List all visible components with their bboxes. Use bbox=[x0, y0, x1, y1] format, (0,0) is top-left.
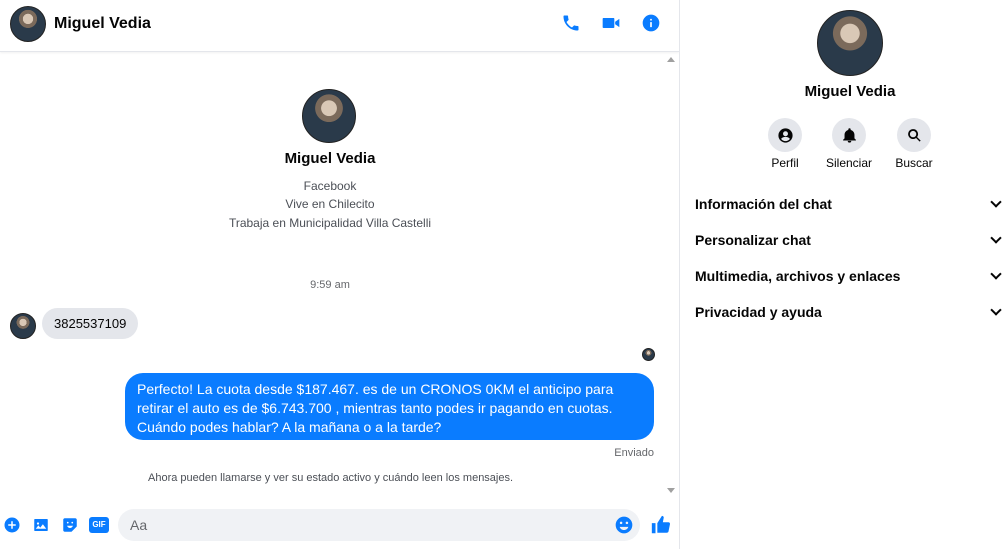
section-privacy-help[interactable]: Privacidad y ayuda bbox=[695, 294, 1002, 330]
search-label: Buscar bbox=[895, 156, 933, 170]
chat-header: Miguel Vedia bbox=[0, 0, 679, 52]
info-icon[interactable] bbox=[640, 12, 662, 34]
search-icon[interactable] bbox=[897, 118, 931, 152]
contact-location: Vive en Chilecito bbox=[285, 197, 375, 211]
scrollbar[interactable] bbox=[664, 53, 678, 497]
incoming-message[interactable]: 3825537109 bbox=[42, 308, 139, 339]
mute-label: Silenciar bbox=[825, 156, 873, 170]
profile-button[interactable]: Perfil bbox=[755, 118, 815, 170]
scroll-up-arrow-icon[interactable] bbox=[667, 57, 675, 62]
chevron-down-icon bbox=[990, 232, 1002, 244]
panel-avatar[interactable] bbox=[817, 10, 883, 76]
section-label: Privacidad y ayuda bbox=[695, 304, 822, 320]
composer: GIF bbox=[0, 500, 679, 549]
sent-status: Enviado bbox=[614, 447, 654, 459]
message-timestamp: 9:59 am bbox=[310, 279, 350, 291]
section-media-files[interactable]: Multimedia, archivos y enlaces bbox=[695, 258, 1002, 294]
phone-icon[interactable] bbox=[560, 12, 582, 34]
scroll-down-arrow-icon[interactable] bbox=[667, 488, 675, 493]
image-icon[interactable] bbox=[31, 515, 51, 535]
details-panel: Miguel Vedia Perfil Silenciar Buscar Inf… bbox=[680, 0, 1002, 549]
chevron-down-icon bbox=[990, 196, 1002, 208]
panel-contact-name: Miguel Vedia bbox=[804, 83, 896, 100]
outgoing-message[interactable]: Perfecto! La cuota desde $187.467. es de… bbox=[125, 373, 654, 440]
search-button[interactable]: Buscar bbox=[884, 118, 944, 170]
section-chat-info[interactable]: Información del chat bbox=[695, 186, 1002, 222]
system-message: Ahora pueden llamarse y ver su estado ac… bbox=[148, 472, 514, 484]
header-contact-name[interactable]: Miguel Vedia bbox=[54, 15, 151, 33]
like-icon[interactable] bbox=[650, 514, 672, 536]
conversation-pane: Miguel Vedia Miguel Vedia Facebook Vive … bbox=[0, 0, 679, 549]
profile-icon[interactable] bbox=[768, 118, 802, 152]
header-avatar[interactable] bbox=[10, 6, 46, 42]
contact-work: Trabaja en Municipalidad Villa Castelli bbox=[228, 216, 432, 230]
chevron-down-icon bbox=[990, 304, 1002, 316]
sticker-icon[interactable] bbox=[60, 515, 80, 535]
section-customize-chat[interactable]: Personalizar chat bbox=[695, 222, 1002, 258]
section-label: Información del chat bbox=[695, 196, 832, 212]
emoji-icon[interactable] bbox=[614, 515, 634, 535]
incoming-avatar[interactable] bbox=[10, 313, 36, 339]
mute-button[interactable]: Silenciar bbox=[819, 118, 879, 170]
gif-icon[interactable]: GIF bbox=[89, 517, 109, 533]
chevron-down-icon bbox=[990, 268, 1002, 280]
contact-avatar[interactable] bbox=[302, 89, 356, 143]
message-input[interactable] bbox=[118, 509, 640, 541]
section-label: Multimedia, archivos y enlaces bbox=[695, 268, 901, 284]
plus-icon[interactable] bbox=[2, 515, 22, 535]
contact-name: Miguel Vedia bbox=[284, 150, 376, 167]
bell-icon[interactable] bbox=[832, 118, 866, 152]
section-label: Personalizar chat bbox=[695, 232, 811, 248]
contact-source: Facebook bbox=[303, 179, 357, 193]
profile-label: Perfil bbox=[771, 156, 799, 170]
seen-indicator-avatar bbox=[642, 348, 655, 361]
video-icon[interactable] bbox=[600, 12, 622, 34]
